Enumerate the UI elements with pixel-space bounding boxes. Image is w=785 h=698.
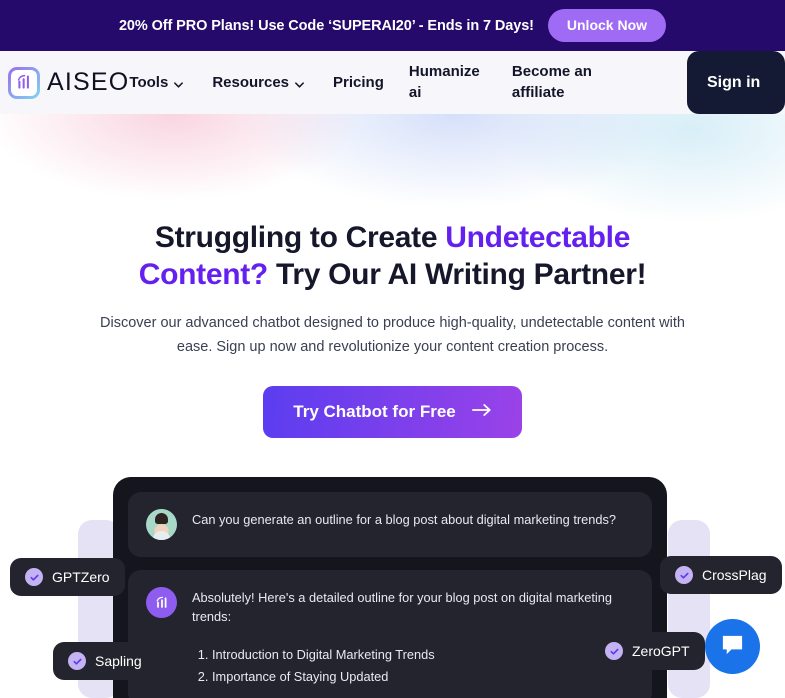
nav-item-become-an-affiliate[interactable]: Become an affiliate [512,62,598,103]
live-chat-widget-button[interactable] [705,619,760,674]
chevron-down-icon [173,77,184,88]
detector-badge-gptzero: GPTZero [10,558,125,596]
nav-item-label: Become an affiliate [511,63,592,101]
detector-badge-label: Sapling [95,653,142,669]
nav-item-label: Tools [129,74,169,91]
nav-links: Tools Resources Pricing Humanize ai Beco… [129,62,687,103]
sign-in-button[interactable]: Sign in [687,51,785,114]
hero-title-part1: Struggling to Create [154,221,446,254]
list-item: Importance of Staying Updated [212,666,634,688]
nav-item-label: Humanize ai [408,63,480,101]
detector-badge-zerogpt: ZeroGPT [590,632,705,670]
check-circle-icon [675,566,693,584]
aiseo-avatar-icon [146,587,177,618]
chat-bubble-icon [719,633,746,661]
detector-badge-label: CrossPlag [702,567,767,583]
chat-outline-list: Introduction to Digital Marketing Trends… [192,644,634,689]
user-avatar [146,509,177,540]
check-circle-icon [605,642,623,660]
nav-item-label: Pricing [333,74,384,91]
check-circle-icon [68,652,86,670]
detector-badge-sapling: Sapling [53,642,157,680]
brand-name: AISEO [47,68,130,96]
nav-item-pricing[interactable]: Pricing [333,74,384,91]
hero-section: Struggling to Create Undetectable Conten… [0,114,785,438]
hero-cta-wrapper: Try Chatbot for Free [0,385,785,438]
page-root: 20% Off PRO Plans! Use Code ‘SUPERAI20’ … [0,0,785,698]
arrow-right-icon [471,402,492,422]
promo-text: 20% Off PRO Plans! Use Code ‘SUPERAI20’ … [118,17,534,34]
nav-item-tools[interactable]: Tools [129,74,184,91]
chat-message-user: Can you generate an outline for a blog p… [128,492,652,557]
hero-subtitle: Discover our advanced chatbot designed t… [100,314,685,355]
chat-preview-window: Can you generate an outline for a blog p… [113,477,667,698]
chat-message-text: Can you generate an outline for a blog p… [192,512,616,527]
chevron-down-icon [294,77,305,88]
list-item: Introduction to Digital Marketing Trends [212,644,634,666]
unlock-now-button[interactable]: Unlock Now [547,9,667,42]
detector-badge-crossplag: CrossPlag [660,556,782,594]
detector-badge-label: ZeroGPT [632,643,690,659]
promo-banner: 20% Off PRO Plans! Use Code ‘SUPERAI20’ … [0,0,785,51]
detector-badge-label: GPTZero [52,569,110,585]
decorative-panel-right [668,520,710,698]
nav-item-resources[interactable]: Resources [212,74,305,91]
page-title: Struggling to Create Undetectable Conten… [0,220,785,294]
nav-item-label: Resources [212,74,290,91]
try-chatbot-for-free-button[interactable]: Try Chatbot for Free [263,385,522,438]
cta-label: Try Chatbot for Free [293,401,456,421]
brand-logo-link[interactable]: AISEO [8,66,130,99]
chat-message-text: Absolutely! Here's a detailed outline fo… [192,590,613,625]
main-navigation: AISEO Tools Resources Pricing Humanize a… [0,51,785,114]
chat-assistant-body: Absolutely! Here's a detailed outline fo… [192,587,634,689]
chat-message-assistant: Absolutely! Here's a detailed outline fo… [128,570,652,698]
check-circle-icon [25,568,43,586]
aiseo-logo-icon [8,66,40,99]
nav-item-humanize-ai[interactable]: Humanize ai [409,62,481,103]
hero-title-part2: Try Our AI Writing Partner! [267,257,647,291]
